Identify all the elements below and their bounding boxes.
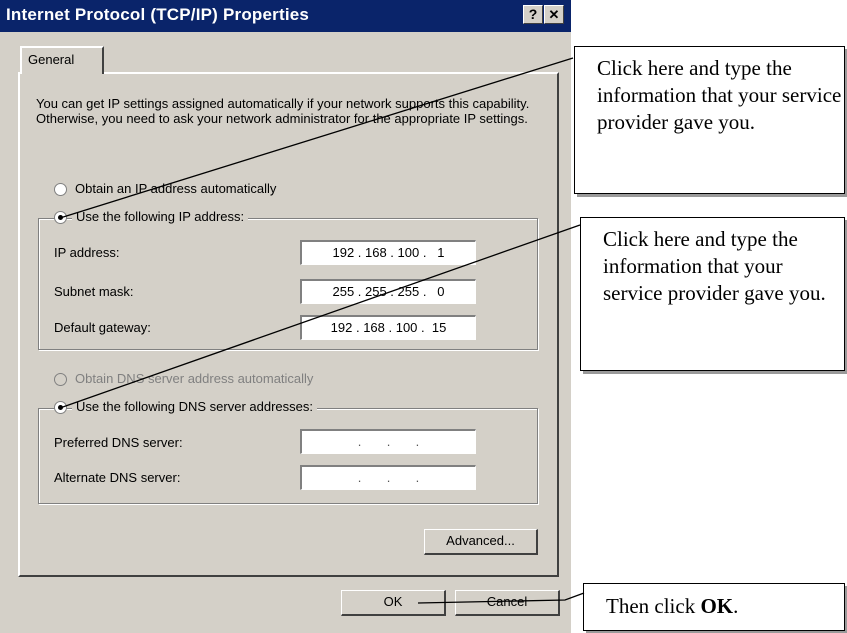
pointer-line-ok: [417, 592, 585, 604]
pointer-line-ip: [59, 57, 574, 219]
callout-pointer-lines: [59, 57, 585, 604]
tab-general[interactable]: General: [20, 46, 104, 74]
pointer-line-dns: [59, 224, 581, 409]
